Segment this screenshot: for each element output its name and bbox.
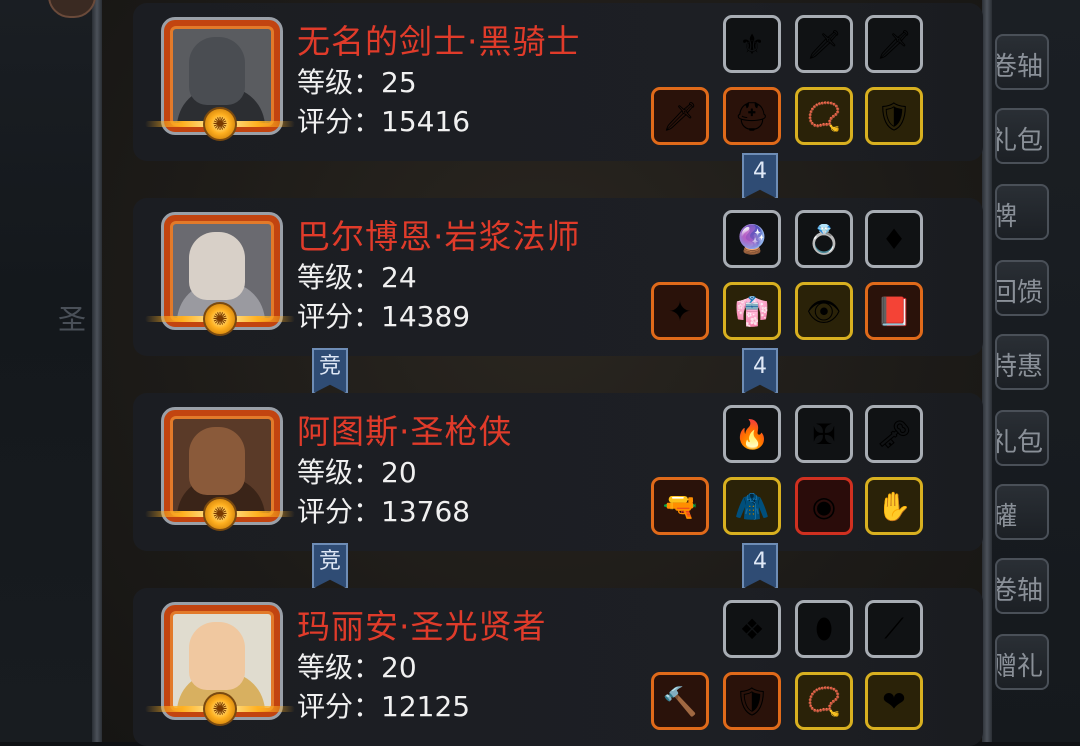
side-menu-button[interactable]: 回馈 xyxy=(995,260,1049,316)
red-helmet-icon[interactable]: ⛑ xyxy=(723,87,781,145)
side-menu-button[interactable]: 礼包 xyxy=(995,410,1049,466)
side-menu-button[interactable]: 卷轴 xyxy=(995,558,1049,614)
avatar-face-shape xyxy=(189,37,245,105)
flintlock-pistol-icon[interactable]: 🔫 xyxy=(651,477,709,535)
hero-score: 评分：14389 xyxy=(297,300,471,333)
side-menu-label: 礼包 xyxy=(995,428,1044,458)
pink-gem-ring-icon[interactable]: 💍 xyxy=(795,210,853,268)
avatar-face-shape xyxy=(189,232,245,300)
gold-key-icon[interactable]: 🗝 xyxy=(865,405,923,463)
hero-name: 玛丽安·圣光贤者 xyxy=(297,607,547,646)
side-menu-label: 特惠 xyxy=(995,352,1044,382)
hero-level: 等级：20 xyxy=(297,456,417,489)
gold-skull-amulet-icon[interactable]: ⚜ xyxy=(723,15,781,73)
panel-frame-left xyxy=(92,0,102,742)
fire-orb-icon[interactable]: 🔥 xyxy=(723,405,781,463)
background-char: 圣 xyxy=(58,303,87,336)
hero-score: 评分：13768 xyxy=(297,495,471,528)
side-menu-button[interactable]: 特惠 xyxy=(995,334,1049,390)
avatar-face-shape xyxy=(189,427,245,495)
hero-name: 阿图斯·圣枪侠 xyxy=(297,412,513,451)
gauntlet-icon[interactable]: ✋ xyxy=(865,477,923,535)
hero-row[interactable]: ✺ 玛丽安·圣光贤者等级：20 评分：12125 ❖ ⬮ ⟋ 🔨 🛡 📿 ❤ xyxy=(133,588,983,746)
rank-badge-icon: ✺ xyxy=(203,302,237,336)
side-menu-button[interactable]: 罐 xyxy=(995,484,1049,540)
hero-level: 等级：24 xyxy=(297,261,417,294)
blue-coat-icon[interactable]: 🧥 xyxy=(723,477,781,535)
side-menu-label: 回馈 xyxy=(995,278,1044,308)
hero-score: 评分：12125 xyxy=(297,690,471,723)
greatsword-icon[interactable]: 🗡 xyxy=(651,87,709,145)
white-robe-icon[interactable]: 👘 xyxy=(723,282,781,340)
side-menu-label: 罐 xyxy=(997,496,1017,533)
teal-stone-icon[interactable]: ⬮ xyxy=(795,600,853,658)
hero-row[interactable]: ✺ 阿图斯·圣枪侠等级：20 评分：13768 🔥 ✠ 🗝 🔫 🧥 ◉ ✋ xyxy=(133,393,983,551)
hero-score: 评分：15416 xyxy=(297,105,471,138)
side-menu-button[interactable]: 礼包 xyxy=(995,108,1049,164)
hero-name: 巴尔博恩·岩浆法师 xyxy=(297,217,581,256)
purple-armor-icon[interactable]: 🛡 xyxy=(723,672,781,730)
chest-armor-icon[interactable]: 🛡 xyxy=(865,87,923,145)
blue-orb-icon[interactable]: 🔮 xyxy=(723,210,781,268)
hero-level: 等级：25 xyxy=(297,66,417,99)
blue-pendant-icon[interactable]: 📿 xyxy=(795,672,853,730)
side-menu-label: 卷轴 xyxy=(995,576,1044,606)
eye-amulet-icon[interactable]: 👁 xyxy=(795,282,853,340)
green-necklace-icon[interactable]: 📿 xyxy=(795,87,853,145)
background-left xyxy=(0,0,98,742)
rank-badge-icon: ✺ xyxy=(203,692,237,726)
side-menu-button[interactable]: 赠礼 xyxy=(995,634,1049,690)
rank-badge-icon: ✺ xyxy=(203,107,237,141)
side-menu-button[interactable]: 牌 xyxy=(995,184,1049,240)
spell-book-icon[interactable]: 📕 xyxy=(865,282,923,340)
hero-row[interactable]: ✺ 巴尔博恩·岩浆法师等级：24 评分：14389 🔮 💍 ♦ ✦ 👘 👁 📕 xyxy=(133,198,983,356)
side-menu-label: 卷轴 xyxy=(995,52,1044,82)
side-menu-label: 礼包 xyxy=(995,126,1044,156)
red-gem-icon[interactable]: ♦ xyxy=(865,210,923,268)
hero-level: 等级：20 xyxy=(297,651,417,684)
dark-gauntlet-icon[interactable]: 🗡 xyxy=(795,15,853,73)
magic-staff-icon[interactable]: ✦ xyxy=(651,282,709,340)
avatar-face-shape xyxy=(189,622,245,690)
red-eye-gem-icon[interactable]: ◉ xyxy=(795,477,853,535)
panel-frame-right xyxy=(982,0,992,742)
heart-necklace-icon[interactable]: ❤ xyxy=(865,672,923,730)
side-menu-label: 牌 xyxy=(997,196,1017,233)
side-menu-label: 赠礼 xyxy=(995,652,1044,682)
wooden-wand-icon[interactable]: ⟋ xyxy=(865,600,923,658)
war-hammer-icon[interactable]: 🔨 xyxy=(651,672,709,730)
green-crystal-icon[interactable]: ❖ xyxy=(723,600,781,658)
hero-row[interactable]: ✺ 无名的剑士·黑骑士 等级：25 评分：15416 ⚜ 🗡 🗡 🗡 ⛑ 📿 🛡 xyxy=(133,3,983,161)
side-menu-button[interactable]: 卷轴 xyxy=(995,34,1049,90)
dark-gauntlet-2-icon[interactable]: 🗡 xyxy=(865,15,923,73)
rank-badge-icon: ✺ xyxy=(203,497,237,531)
silver-badge-icon[interactable]: ✠ xyxy=(795,405,853,463)
hero-name: 无名的剑士·黑骑士 xyxy=(297,22,581,61)
